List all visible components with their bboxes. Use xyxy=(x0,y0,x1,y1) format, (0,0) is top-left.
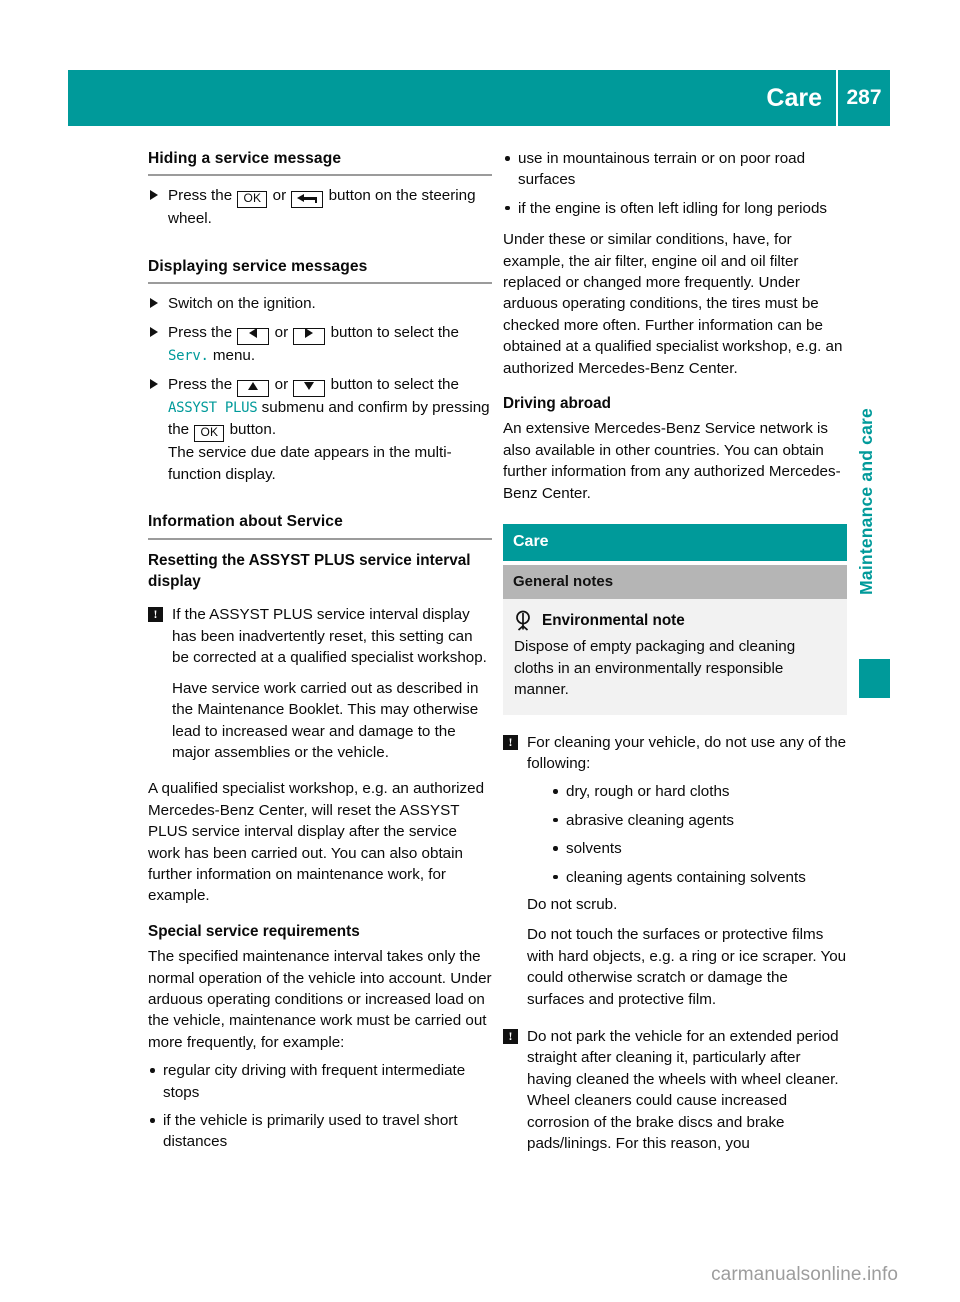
left-arrow-button-key[interactable] xyxy=(237,327,270,345)
paragraph-maintenance-interval: The specified maintenance interval takes… xyxy=(148,948,492,1051)
environmental-note-label: Environmental note xyxy=(542,611,685,629)
step-triangle-icon xyxy=(150,379,158,390)
watermark: carmanualsonline.info xyxy=(711,1264,898,1285)
side-tab-marker xyxy=(859,659,890,698)
warning-text-1: If the ASSYST PLUS service interval disp… xyxy=(172,606,487,667)
bullet-dot-icon xyxy=(553,817,558,823)
list-item: regular city driving with frequent inter… xyxy=(148,1060,492,1103)
up-arrow-button-key[interactable] xyxy=(237,380,270,398)
warning-note-parking: ! Do not park the vehicle for an extende… xyxy=(503,1026,847,1154)
left-column: Hiding a service message Press the OK or… xyxy=(148,148,492,1153)
warning-note-cleaning: ! For cleaning your vehicle, do not use … xyxy=(503,732,847,1010)
subheading-driving-abroad: Driving abroad xyxy=(503,395,611,413)
environment-tree-icon xyxy=(514,610,542,631)
step-text-or: or xyxy=(274,323,289,341)
warning-exclamation-icon: ! xyxy=(503,1029,518,1044)
environmental-note-header: Environmental note xyxy=(514,610,836,631)
subheading-special-service-requirements: Special service requirements xyxy=(148,922,360,940)
step-select-serv-menu: Press the or button to select the Serv. … xyxy=(148,322,492,367)
warning-text-2: Have service work carried out as describ… xyxy=(172,679,479,761)
page-header-bar: Care 287 xyxy=(68,70,890,126)
step-text-pre: Press the xyxy=(168,376,233,394)
warning-text-do-not-touch: Do not touch the surfaces or protective … xyxy=(527,926,847,1008)
care-section-band: Care xyxy=(503,524,847,561)
heading-displaying-service-messages: Displaying service messages xyxy=(148,257,368,275)
paragraph-arduous-conditions: Under these or similar conditions, have,… xyxy=(503,231,843,377)
heading-rule xyxy=(148,174,492,177)
step-text-tail: button. xyxy=(229,421,277,439)
warning-text: Do not park the vehicle for an extended … xyxy=(527,1028,839,1153)
care-subsection-band: General notes xyxy=(503,564,847,599)
page-title: Care xyxy=(766,83,822,112)
bullet-dot-icon xyxy=(150,1118,155,1123)
list-item: if the vehicle is primarily used to trav… xyxy=(148,1110,492,1153)
heading-rule xyxy=(148,282,492,285)
step-hide-service-message: Press the OK or button on the steering w… xyxy=(148,185,492,229)
list-item-label: if the engine is often left idling for l… xyxy=(518,199,828,217)
ok-button-key[interactable]: OK xyxy=(237,191,268,209)
step-text-pre: Press the xyxy=(168,187,233,205)
display-menu-serv: Serv. xyxy=(168,347,209,364)
step-text-or: or xyxy=(272,187,287,205)
step-text-mid: button to select the xyxy=(330,323,459,341)
back-arrow-button-key[interactable] xyxy=(291,191,324,209)
list-item-label: abrasive cleaning agents xyxy=(566,811,735,829)
list-item-label: cleaning agents containing solvents xyxy=(566,868,806,886)
list-item: cleaning agents containing solvents xyxy=(551,867,847,888)
list-item: dry, rough or hard cloths xyxy=(551,781,847,802)
step-text-post: menu. xyxy=(212,346,256,364)
heading-hiding-service-message: Hiding a service message xyxy=(148,150,342,167)
environmental-note-panel: Environmental note Dispose of empty pack… xyxy=(503,598,847,715)
side-tab-label: Maintenance and care xyxy=(856,408,876,595)
step-text-mid: button to select the xyxy=(330,376,459,394)
list-item-label: if the vehicle is primarily used to trav… xyxy=(163,1112,458,1151)
paragraph-qualified-workshop: A qualified specialist workshop, e.g. an… xyxy=(148,780,485,905)
down-arrow-icon xyxy=(304,382,315,391)
ok-button-key[interactable]: OK xyxy=(194,425,225,443)
list-item-label: use in mountainous terrain or on poor ro… xyxy=(518,150,806,189)
list-item: use in mountainous terrain or on poor ro… xyxy=(503,148,847,191)
step-select-assyst-plus: Press the or button to select the ASSYST… xyxy=(148,374,492,485)
right-arrow-button-key[interactable] xyxy=(293,327,326,345)
display-menu-assyst-plus: ASSYST PLUS xyxy=(168,400,258,417)
warning-text: For cleaning your vehicle, do not use an… xyxy=(527,733,847,772)
step-triangle-icon xyxy=(150,326,158,337)
bullet-dot-icon xyxy=(505,156,510,161)
bullet-dot-icon xyxy=(553,874,558,880)
step-triangle-icon xyxy=(150,190,158,201)
up-arrow-icon xyxy=(248,382,259,391)
subheading-resetting-assyst-plus: Resetting the ASSYST PLUS service interv… xyxy=(148,551,471,591)
warning-exclamation-icon: ! xyxy=(148,607,163,623)
list-item-label: regular city driving with frequent inter… xyxy=(163,1062,466,1101)
manual-page: Care 287 Hiding a service message Press … xyxy=(0,0,960,1302)
step-switch-ignition: Switch on the ignition. xyxy=(148,293,492,314)
step-text-pre: Press the xyxy=(168,323,233,341)
right-arrow-icon xyxy=(305,327,314,338)
list-item-label: dry, rough or hard cloths xyxy=(566,783,730,801)
list-item-label: solvents xyxy=(566,840,622,858)
warning-exclamation-icon: ! xyxy=(503,734,518,750)
back-arrow-icon xyxy=(297,193,318,204)
paragraph-service-network: An extensive Mercedes-Benz Service netwo… xyxy=(503,420,841,502)
list-item: if the engine is often left idling for l… xyxy=(503,198,847,219)
bullet-dot-icon xyxy=(553,789,558,794)
heading-information-about-service: Information about Service xyxy=(148,513,343,531)
step-result-text: The service due date appears in the mult… xyxy=(168,444,452,483)
page-number: 287 xyxy=(846,86,882,109)
bullet-dot-icon xyxy=(150,1068,155,1073)
step-triangle-icon xyxy=(150,298,158,309)
step-text-or: or xyxy=(274,376,289,394)
right-column: use in mountainous terrain or on poor ro… xyxy=(503,148,847,1154)
heading-rule xyxy=(148,537,492,540)
down-arrow-button-key[interactable] xyxy=(293,380,326,398)
warning-text-do-not-scrub: Do not scrub. xyxy=(527,895,618,913)
list-item: abrasive cleaning agents xyxy=(551,810,847,831)
left-arrow-icon xyxy=(249,327,258,338)
bullet-dot-icon xyxy=(553,846,558,851)
warning-note-assyst-reset: ! If the ASSYST PLUS service interval di… xyxy=(148,604,492,763)
environmental-note-text: Dispose of empty packaging and cleaning … xyxy=(514,638,796,699)
list-item: solvents xyxy=(551,838,847,859)
bullet-dot-icon xyxy=(505,205,510,211)
step-text: Switch on the ignition. xyxy=(168,295,316,313)
